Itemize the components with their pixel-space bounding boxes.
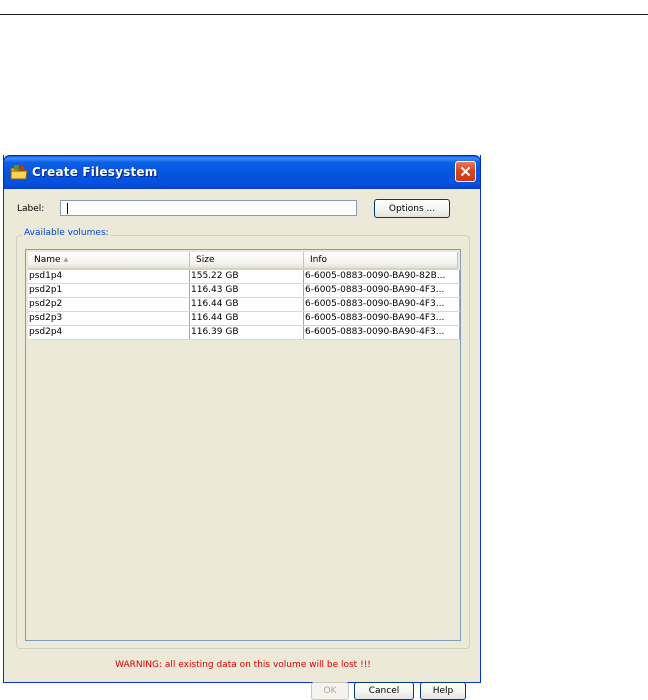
table-header: Name ▲ Size Info xyxy=(28,252,458,270)
cell-name: psd2p2 xyxy=(28,298,190,311)
table-row[interactable]: psd2p3 116.44 GB 6-6005-0883-0090-BA90-4… xyxy=(28,312,460,326)
page-top-rule xyxy=(0,14,648,15)
cell-name: psd2p4 xyxy=(28,326,190,339)
cell-info: 6-6005-0883-0090-BA90-4F3... xyxy=(304,326,460,339)
dialog-titlebar[interactable]: Create Filesystem xyxy=(3,155,481,189)
table-row[interactable]: psd2p1 116.43 GB 6-6005-0883-0090-BA90-4… xyxy=(28,284,460,298)
close-icon xyxy=(460,166,471,177)
help-button[interactable]: Help xyxy=(420,682,466,700)
label-caption: Label: xyxy=(17,204,45,214)
cell-size: 155.22 GB xyxy=(190,270,304,283)
table-row[interactable]: psd2p4 116.39 GB 6-6005-0883-0090-BA90-4… xyxy=(28,326,460,340)
close-button[interactable] xyxy=(455,161,476,182)
cell-size: 116.44 GB xyxy=(190,312,304,325)
table-row[interactable]: psd1p4 155.22 GB 6-6005-0883-0090-BA90-8… xyxy=(28,270,460,284)
create-filesystem-dialog: Create Filesystem Label: Options ... Ava… xyxy=(3,155,481,700)
cell-size: 116.39 GB xyxy=(190,326,304,339)
cell-size: 116.44 GB xyxy=(190,298,304,311)
cell-name: psd2p1 xyxy=(28,284,190,297)
column-header-size[interactable]: Size xyxy=(190,252,304,268)
cell-name: psd1p4 xyxy=(28,270,190,283)
data-loss-warning: WARNING: all existing data on this volum… xyxy=(115,660,371,670)
cell-info: 6-6005-0883-0090-BA90-4F3... xyxy=(304,284,460,297)
column-header-name[interactable]: Name ▲ xyxy=(28,252,190,268)
dialog-title: Create Filesystem xyxy=(32,165,158,179)
dialog-body: Label: Options ... Available volumes: Na… xyxy=(4,189,480,700)
cancel-button[interactable]: Cancel xyxy=(354,682,414,700)
ok-button[interactable]: OK xyxy=(311,682,349,700)
sort-ascending-icon: ▲ xyxy=(63,256,69,263)
available-volumes-title: Available volumes: xyxy=(22,228,111,238)
cell-info: 6-6005-0883-0090-BA90-4F3... xyxy=(304,312,460,325)
cell-info: 6-6005-0883-0090-BA90-82B... xyxy=(304,270,460,283)
table-row[interactable]: psd2p2 116.44 GB 6-6005-0883-0090-BA90-4… xyxy=(28,298,460,312)
column-header-info[interactable]: Info xyxy=(304,252,458,268)
cell-size: 116.43 GB xyxy=(190,284,304,297)
cell-name: psd2p3 xyxy=(28,312,190,325)
text-caret xyxy=(67,203,68,214)
folder-icon xyxy=(10,165,28,180)
options-button[interactable]: Options ... xyxy=(374,199,450,218)
table-body: psd1p4 155.22 GB 6-6005-0883-0090-BA90-8… xyxy=(28,270,460,340)
label-input[interactable] xyxy=(60,200,357,216)
cell-info: 6-6005-0883-0090-BA90-4F3... xyxy=(304,298,460,311)
volumes-table: Name ▲ Size Info psd1p4 155.22 GB 6-6005-… xyxy=(25,249,461,641)
